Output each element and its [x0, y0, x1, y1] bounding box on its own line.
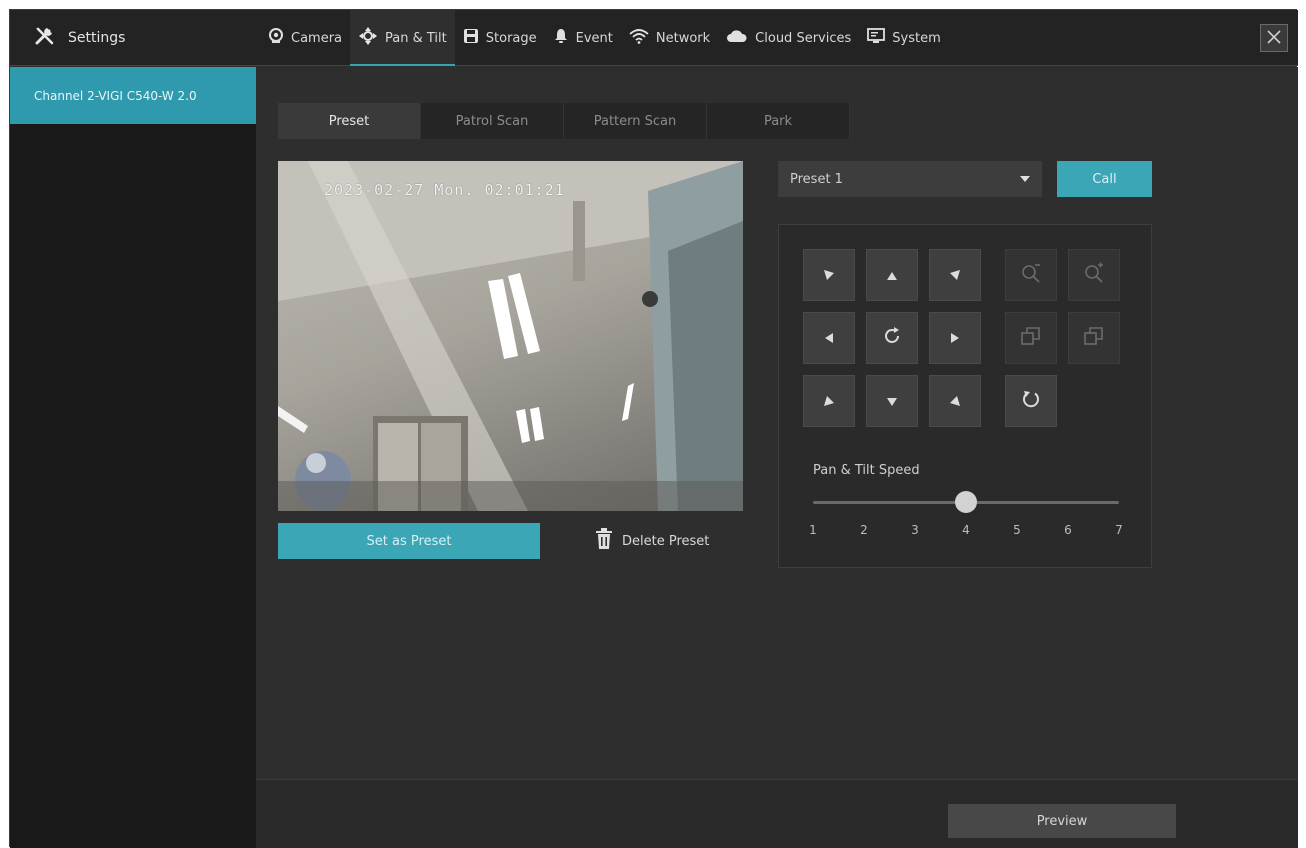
- ceiling-scene-image: [278, 161, 743, 511]
- ptz-down-button[interactable]: [866, 375, 918, 427]
- preview-label: Preview: [1036, 813, 1088, 829]
- preset-selected-value: Preset 1: [790, 171, 843, 187]
- ptz-down-right-button[interactable]: [929, 375, 981, 427]
- speed-tick-label: 5: [1013, 523, 1021, 537]
- pan-tilt-icon: [358, 26, 378, 50]
- rotate-icon: [1021, 389, 1041, 413]
- tab-cloud-services[interactable]: Cloud Services: [718, 10, 859, 66]
- wifi-icon: [629, 28, 649, 48]
- speed-label: Pan & Tilt Speed: [813, 463, 920, 478]
- ptz-left-button[interactable]: [803, 312, 855, 364]
- chevron-down-icon: [1020, 176, 1030, 182]
- tab-storage[interactable]: Storage: [455, 10, 545, 66]
- focus-far-button[interactable]: [1068, 312, 1120, 364]
- speed-tick-label: 2: [860, 523, 868, 537]
- ptz-up-right-button[interactable]: [929, 249, 981, 301]
- arrow-up-left-icon: [823, 266, 835, 285]
- settings-label: Settings: [68, 30, 126, 46]
- main-nav: Camera Pan & Tilt Storage Event Network …: [260, 10, 949, 66]
- arrow-down-right-icon: [949, 392, 961, 411]
- tab-label: Cloud Services: [755, 30, 852, 46]
- arrow-up-right-icon: [949, 266, 961, 285]
- focus-near-button[interactable]: [1005, 312, 1057, 364]
- speed-tick-label: 3: [911, 523, 919, 537]
- zoom-in-icon: [1083, 262, 1105, 288]
- ptz-reset-button[interactable]: [866, 312, 918, 364]
- ptz-down-left-button[interactable]: [803, 375, 855, 427]
- focus-far-icon: [1083, 325, 1105, 351]
- arrow-left-icon: [824, 329, 834, 348]
- delete-preset-button[interactable]: Delete Preset: [594, 528, 710, 554]
- video-timestamp: 2023-02-27 Mon. 02:01:21: [324, 181, 565, 199]
- tab-label: System: [892, 30, 941, 46]
- ptz-up-left-button[interactable]: [803, 249, 855, 301]
- speed-tick-label: 1: [809, 523, 817, 537]
- speed-tick-label: 7: [1115, 523, 1123, 537]
- focus-near-icon: [1020, 325, 1042, 351]
- ptz-right-button[interactable]: [929, 312, 981, 364]
- tab-network[interactable]: Network: [621, 10, 718, 66]
- settings-title: Settings: [34, 10, 125, 66]
- tools-icon: [34, 26, 56, 50]
- tab-label: Camera: [291, 30, 343, 46]
- monitor-icon: [867, 28, 886, 48]
- trash-icon: [594, 528, 614, 554]
- main-panel: Preset Patrol Scan Pattern Scan Park 202…: [256, 67, 1298, 848]
- sidebar-item-channel-2[interactable]: Channel 2-VIGI C540-W 2.0: [10, 67, 256, 124]
- channel-sidebar: Channel 2-VIGI C540-W 2.0: [10, 67, 256, 848]
- bell-icon: [553, 28, 569, 48]
- tab-pattern-scan[interactable]: Pattern Scan: [564, 103, 707, 139]
- zoom-out-icon: [1020, 262, 1042, 288]
- camera-icon: [268, 28, 284, 48]
- channel-label: Channel 2-VIGI C540-W 2.0: [34, 89, 197, 103]
- zoom-in-button[interactable]: [1068, 249, 1120, 301]
- preset-select[interactable]: Preset 1: [778, 161, 1042, 197]
- tab-camera[interactable]: Camera: [260, 10, 350, 66]
- auto-scan-button[interactable]: [1005, 375, 1057, 427]
- subtab-label: Patrol Scan: [455, 113, 529, 129]
- call-label: Call: [1092, 171, 1117, 187]
- set-as-preset-button[interactable]: Set as Preset: [278, 523, 540, 559]
- speed-tick-label: 4: [962, 523, 970, 537]
- pan-tilt-subtabs: Preset Patrol Scan Pattern Scan Park: [278, 103, 850, 139]
- subtab-label: Preset: [328, 113, 370, 129]
- close-button[interactable]: [1260, 24, 1288, 52]
- preview-button[interactable]: Preview: [948, 804, 1176, 838]
- subtab-label: Pattern Scan: [593, 113, 677, 129]
- tab-pan-tilt[interactable]: Pan & Tilt: [350, 10, 455, 66]
- arrow-down-left-icon: [823, 392, 835, 411]
- call-button[interactable]: Call: [1057, 161, 1152, 197]
- tab-label: Event: [575, 30, 613, 46]
- speed-slider-thumb[interactable]: [955, 491, 977, 513]
- cloud-icon: [726, 29, 748, 47]
- arrow-down-icon: [886, 392, 898, 411]
- tab-event[interactable]: Event: [545, 10, 621, 66]
- settings-window: Settings Camera Pan & Tilt Storage Event…: [9, 9, 1298, 848]
- tab-label: Storage: [485, 30, 537, 46]
- footer-bar: Preview: [256, 779, 1298, 848]
- tab-park[interactable]: Park: [707, 103, 850, 139]
- tab-system[interactable]: System: [859, 10, 948, 66]
- ptz-up-button[interactable]: [866, 249, 918, 301]
- tab-label: Network: [655, 30, 711, 46]
- zoom-out-button[interactable]: [1005, 249, 1057, 301]
- tab-label: Pan & Tilt: [385, 30, 447, 46]
- arrow-up-icon: [886, 266, 898, 285]
- speed-tick-label: 6: [1064, 523, 1072, 537]
- top-bar: Settings Camera Pan & Tilt Storage Event…: [10, 10, 1298, 66]
- ptz-control-panel: Pan & Tilt Speed 1 2 3 4 5 6 7: [778, 224, 1152, 568]
- live-video-preview[interactable]: 2023-02-27 Mon. 02:01:21: [278, 161, 743, 511]
- refresh-icon: [882, 326, 902, 350]
- arrow-right-icon: [950, 329, 960, 348]
- tab-patrol-scan[interactable]: Patrol Scan: [421, 103, 564, 139]
- storage-icon: [463, 28, 479, 48]
- set-as-preset-label: Set as Preset: [366, 533, 452, 549]
- subtab-label: Park: [763, 113, 793, 129]
- close-icon: [1267, 29, 1281, 48]
- tab-preset[interactable]: Preset: [278, 103, 421, 139]
- delete-preset-label: Delete Preset: [622, 533, 710, 549]
